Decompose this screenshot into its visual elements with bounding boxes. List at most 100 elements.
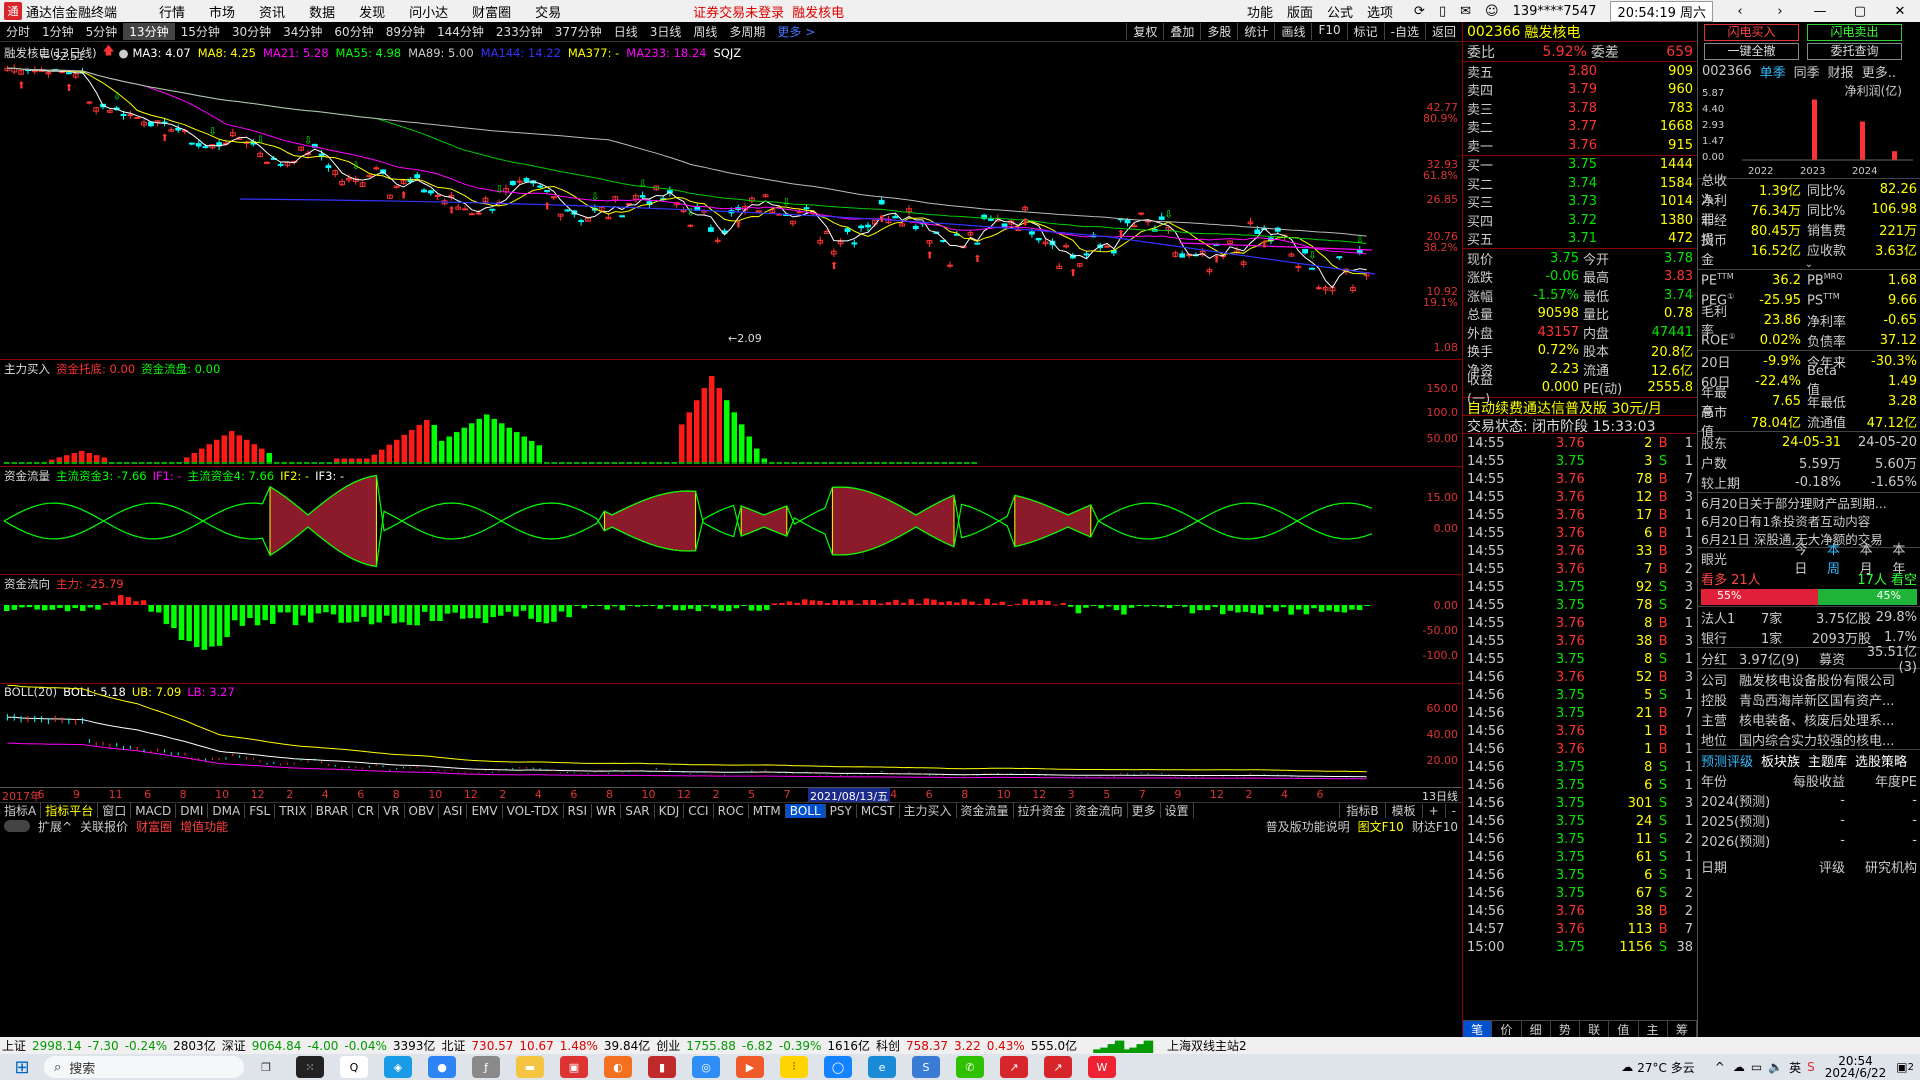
candle[interactable] <box>858 224 865 232</box>
indicator-right-1[interactable]: 模板 <box>1384 802 1422 819</box>
tool-button-8[interactable]: 返回 <box>1424 23 1462 40</box>
sub-right-2[interactable]: 财达F10 <box>1408 818 1462 835</box>
candle[interactable] <box>1138 212 1145 216</box>
news-item-0[interactable]: 6月20日关于部分理财产品到期... <box>1698 493 1920 511</box>
candle[interactable] <box>1227 240 1233 245</box>
candle[interactable] <box>468 212 475 216</box>
indicator-tab-12[interactable]: ASI <box>439 803 468 818</box>
quote-tab-4[interactable]: 联 <box>1580 1020 1610 1038</box>
sub-tab-3[interactable]: 增值功能 <box>176 818 232 835</box>
candle[interactable] <box>427 189 434 196</box>
candle[interactable] <box>421 188 427 193</box>
indicator-tab-23[interactable]: PSY <box>826 803 857 818</box>
forecast-tab-2[interactable]: 主题库 <box>1808 751 1847 770</box>
indicator-tab-26[interactable]: 资金流量 <box>957 802 1014 819</box>
task-view-icon[interactable]: ❐ <box>252 1056 280 1078</box>
candle[interactable] <box>209 144 216 150</box>
ime-icon[interactable]: S <box>1807 1060 1815 1074</box>
candle[interactable] <box>161 118 168 127</box>
finance-tab-2[interactable]: 同季 <box>1794 62 1820 81</box>
forecast-tab-1[interactable]: 板块族 <box>1761 751 1800 770</box>
candle[interactable] <box>926 239 933 247</box>
candle[interactable] <box>1240 259 1247 268</box>
app-icon-blue[interactable]: ◈ <box>384 1056 412 1078</box>
minimize-icon[interactable]: — <box>1807 4 1833 19</box>
indicator-tab-7[interactable]: TRIX <box>275 803 312 818</box>
title-menu-0[interactable]: 功能 <box>1247 2 1273 21</box>
ime-label[interactable]: 英 <box>1789 1059 1801 1076</box>
menu-item-5[interactable]: 问小达 <box>409 2 448 21</box>
menu-item-0[interactable]: 行情 <box>159 2 185 21</box>
status-item-10[interactable]: 北证 <box>441 1037 465 1054</box>
candle[interactable] <box>257 151 264 158</box>
close-icon[interactable]: ✕ <box>1887 4 1913 19</box>
candle[interactable] <box>373 165 380 171</box>
taskbar-search[interactable]: ⌕ 搜索 <box>44 1056 244 1078</box>
candle[interactable] <box>448 191 455 201</box>
period-tab-11[interactable]: 377分钟 <box>549 23 608 40</box>
bids-row-2[interactable]: 买三 3.73 1014 <box>1463 193 1697 211</box>
menu-item-2[interactable]: 资讯 <box>259 2 285 21</box>
cloud-icon[interactable]: ☁ <box>1733 1060 1745 1074</box>
boll-chart[interactable] <box>0 684 1410 788</box>
indicator-tab-8[interactable]: BRAR <box>312 803 354 818</box>
candle[interactable] <box>45 70 52 78</box>
indicator-right-3[interactable]: - <box>1444 803 1462 818</box>
app-icon-f[interactable]: ƒ <box>472 1056 500 1078</box>
candle[interactable] <box>1172 250 1179 258</box>
user-icon[interactable]: ☺ <box>1485 4 1499 19</box>
candle[interactable] <box>981 213 987 221</box>
candle[interactable] <box>906 205 912 216</box>
candle[interactable] <box>1076 263 1083 268</box>
news-item-1[interactable]: 6月20日有1条投资者互动内容 <box>1698 511 1920 529</box>
finance-tab-3[interactable]: 财报 <box>1828 62 1854 81</box>
quote-tab-0[interactable]: 笔 <box>1463 1020 1493 1038</box>
period-tab-0[interactable]: 分时 <box>0 23 36 40</box>
pane-fund-flow-volume[interactable]: 资金流量 主流资金3: -7.66 IF1: - 主流资金4: 7.66 IF2: -… <box>0 467 1462 575</box>
asks-row-0[interactable]: 卖五 3.80 909 <box>1463 62 1697 81</box>
candle[interactable] <box>503 184 509 196</box>
candle[interactable] <box>1302 248 1309 255</box>
volume-icon[interactable]: 🔈 <box>1768 1060 1783 1074</box>
bids-row-3[interactable]: 买四 3.72 1380 <box>1463 211 1697 230</box>
candle[interactable] <box>1158 212 1165 221</box>
menu-item-3[interactable]: 数据 <box>309 2 335 21</box>
trade-button-3[interactable]: 委托查询 <box>1807 43 1902 60</box>
period-tab-15[interactable]: 多周期 <box>723 23 771 40</box>
candle[interactable] <box>1035 237 1042 244</box>
pane-boll[interactable]: BOLL(20) BOLL: 5.18 UB: 7.09 LB: 3.27 60.0… <box>0 684 1462 788</box>
indicator-tab-19[interactable]: CCI <box>684 803 714 818</box>
opinion-tab-0[interactable]: 今日 <box>1794 539 1819 577</box>
title-menu-2[interactable]: 公式 <box>1327 2 1353 21</box>
sub-right-1[interactable]: 图文F10 <box>1354 818 1408 835</box>
indicator-tab-18[interactable]: KDJ <box>655 803 685 818</box>
app-icon-play[interactable]: ▶ <box>736 1056 764 1078</box>
asks-row-3[interactable]: 卖二 3.77 1668 <box>1463 118 1697 136</box>
taskbar-clock[interactable]: 20:54 2024/6/22 <box>1825 1055 1887 1079</box>
kline-chart[interactable]: ⬆ ⬆ ⇩ ⬆ ⇩ ⇩ ⇩ ⇩ ⬆ ⬆ ⇩ ⬆ ⇩ ⇩ ⇩ ⬆ ⇩ ⬆ ⬆ ⬆ ⬆ ⬆ ⬆ ⬆ ⇩ ⬆ ⬆ ⇩ ⇩ ← 52.51 ←2.0… <box>0 42 1410 360</box>
sub-tab-1[interactable]: 关联报价 <box>76 818 132 835</box>
candle[interactable] <box>414 171 421 180</box>
candle[interactable] <box>967 230 974 237</box>
candle[interactable] <box>1022 205 1028 212</box>
tool-button-7[interactable]: -自选 <box>1383 23 1425 40</box>
candle[interactable] <box>359 181 366 187</box>
candle[interactable] <box>106 109 113 114</box>
main-kline-pane[interactable]: 融发核电(13日线) 🡅 ● MA3: 4.07 MA8: 4.25 MA21: 5… <box>0 42 1462 360</box>
candle[interactable] <box>216 139 223 151</box>
finance-tab-4[interactable]: 更多.. <box>1862 62 1896 81</box>
candle[interactable] <box>619 215 626 218</box>
candle[interactable] <box>1315 284 1322 291</box>
asks-row-4[interactable]: 卖一 3.76 915 <box>1463 136 1697 155</box>
candle[interactable] <box>387 194 393 199</box>
notification-icon[interactable]: ▣ <box>1896 1060 1907 1074</box>
period-tab-2[interactable]: 5分钟 <box>80 23 124 40</box>
candle[interactable] <box>1206 267 1213 275</box>
network-icon[interactable]: ▭ <box>1751 1060 1762 1074</box>
status-item-20[interactable]: 科创 <box>876 1037 900 1054</box>
indicator-tab-9[interactable]: CR <box>353 803 379 818</box>
indicator-tab-20[interactable]: ROC <box>714 803 749 818</box>
account-name[interactable]: 139****7547 <box>1513 4 1597 19</box>
period-tab-5[interactable]: 30分钟 <box>226 23 277 40</box>
indicator-tab-15[interactable]: RSI <box>564 803 593 818</box>
